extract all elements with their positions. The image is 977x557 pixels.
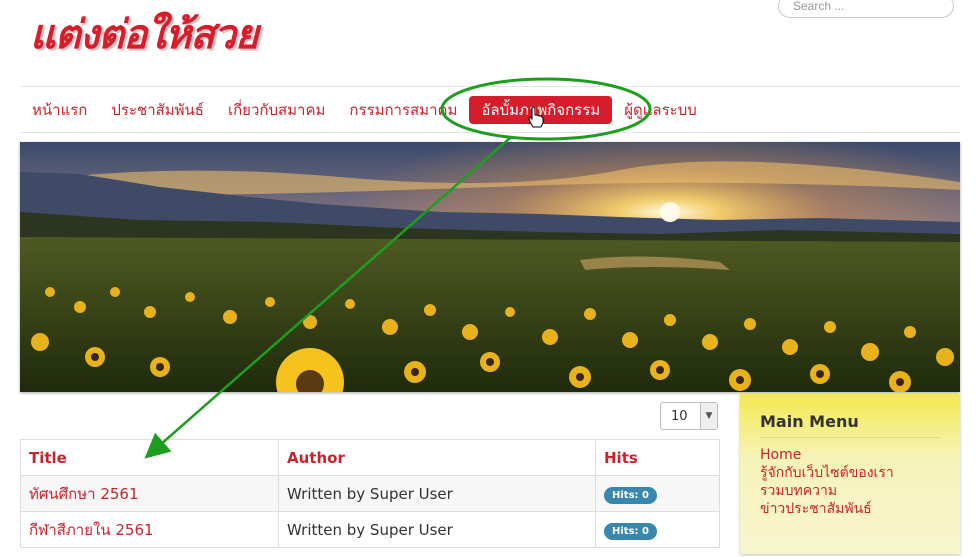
main-menu-item-home[interactable]: Home (760, 446, 894, 464)
table-row: กีฬาสีภายใน 2561 Written by Super User H… (20, 511, 720, 548)
chevron-down-icon: ▼ (700, 403, 717, 429)
nav-item-home[interactable]: หน้าแรก (20, 96, 99, 124)
table-header-row: Title Author Hits (20, 439, 720, 476)
list-limit-value: 10 (671, 408, 688, 424)
banner-image (20, 142, 960, 392)
main-menu-item-articles[interactable]: รวมบทความ (760, 482, 894, 500)
main-menu-item-news[interactable]: ข่าวประชาสัมพันธ์ (760, 500, 894, 518)
main-menu-title: Main Menu (760, 412, 940, 438)
nav-divider (20, 132, 960, 133)
nav-item-announcements[interactable]: ประชาสัมพันธ์ (99, 96, 216, 124)
article-author: Written by Super User (278, 475, 596, 512)
site-logo[interactable]: แต่งต่อให้สวย (30, 2, 258, 68)
sunflower-sunset-image (20, 142, 960, 392)
header-divider (20, 86, 960, 87)
main-menu-panel: Main Menu Home รู้จักกับเว็บไซต์ของเรา ร… (740, 394, 960, 554)
article-author: Written by Super User (278, 511, 596, 548)
hits-badge: Hits: 0 (604, 522, 657, 540)
article-title-link[interactable]: ทัศนศึกษา 2561 (20, 475, 279, 512)
main-menu-item-about-site[interactable]: รู้จักกับเว็บไซต์ของเรา (760, 464, 894, 482)
nav-item-committee[interactable]: กรรมการสมาคม (337, 96, 469, 124)
articles-table: Title Author Hits ทัศนศึกษา 2561 Written… (20, 439, 720, 548)
main-menu-list: Home รู้จักกับเว็บไซต์ของเรา รวมบทความ ข… (760, 446, 894, 518)
column-header-author[interactable]: Author (278, 439, 596, 476)
hits-cell: Hits: 0 (595, 475, 720, 512)
nav-item-admin[interactable]: ผู้ดูแลระบบ (612, 96, 709, 124)
main-nav: หน้าแรก ประชาสัมพันธ์ เกี่ยวกับสมาคม กรร… (20, 94, 709, 126)
search-input[interactable] (778, 0, 954, 18)
article-title-link[interactable]: กีฬาสีภายใน 2561 (20, 511, 279, 548)
nav-item-about[interactable]: เกี่ยวกับสมาคม (216, 96, 337, 124)
hits-cell: Hits: 0 (595, 511, 720, 548)
column-header-hits[interactable]: Hits (595, 439, 720, 476)
list-limit-select[interactable]: 10 ▼ (660, 402, 718, 430)
hand-cursor-icon (528, 106, 544, 128)
hits-badge: Hits: 0 (604, 486, 657, 504)
column-header-title[interactable]: Title (20, 439, 279, 476)
table-row: ทัศนศึกษา 2561 Written by Super User Hit… (20, 475, 720, 512)
